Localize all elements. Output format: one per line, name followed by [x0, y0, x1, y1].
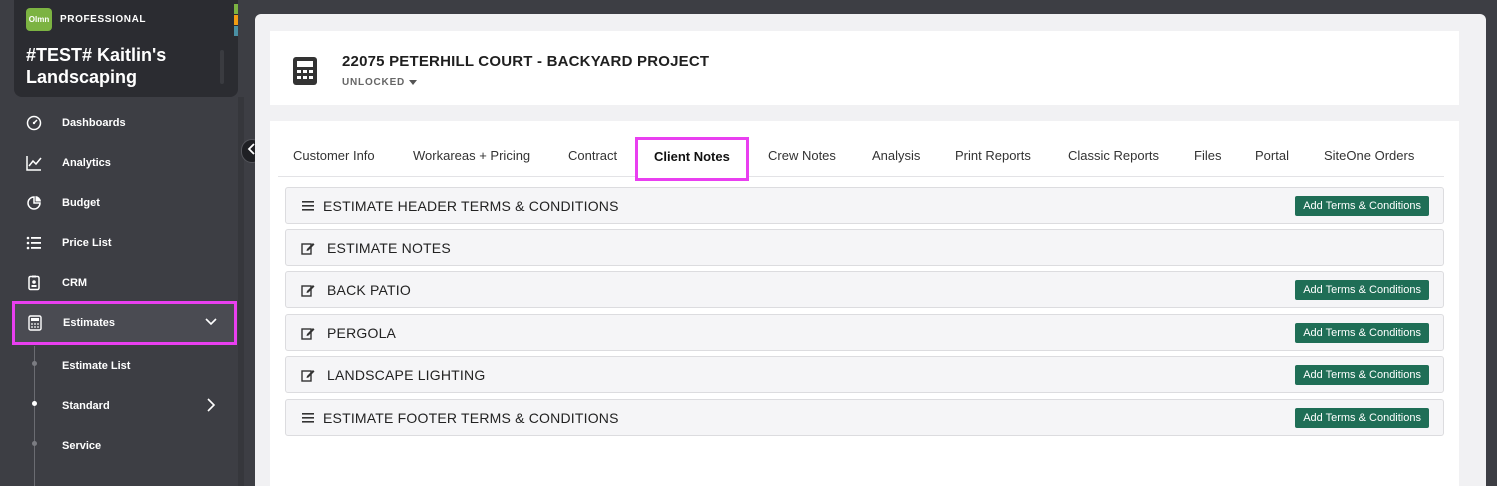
- plan-tier-label: PROFESSIONAL: [60, 14, 147, 25]
- nav-crm[interactable]: CRM: [14, 264, 236, 302]
- subnav-estimate-list[interactable]: Estimate List: [62, 360, 130, 372]
- content-card: Customer Info Workareas + Pricing Contra…: [270, 121, 1459, 486]
- tab-customer-info[interactable]: Customer Info: [293, 148, 375, 163]
- edit-icon[interactable]: [301, 368, 315, 382]
- edit-icon[interactable]: [301, 326, 315, 340]
- brand-scroll-indicator: [220, 50, 224, 84]
- tab-crew-notes[interactable]: Crew Notes: [768, 148, 836, 163]
- calculator-icon: [25, 313, 45, 333]
- nav-label: Analytics: [62, 157, 111, 169]
- tab-client-notes[interactable]: Client Notes: [635, 137, 749, 181]
- window-edge: [1486, 14, 1497, 486]
- edit-icon[interactable]: [301, 283, 315, 297]
- list-icon: [24, 233, 44, 253]
- submenu-dot-active: [32, 401, 37, 406]
- edit-icon[interactable]: [301, 241, 315, 255]
- tab-print-reports[interactable]: Print Reports: [955, 148, 1031, 163]
- section-footer-terms[interactable]: ESTIMATE FOOTER TERMS & CONDITIONS Add T…: [285, 399, 1444, 436]
- subnav-standard[interactable]: Standard: [62, 400, 110, 412]
- tab-workareas-pricing[interactable]: Workareas + Pricing: [413, 148, 530, 163]
- main-panel: 22075 PETERHILL COURT - BACKYARD PROJECT…: [255, 14, 1486, 486]
- lock-status-label: UNLOCKED: [342, 77, 406, 88]
- company-name[interactable]: #TEST# Kaitlin's Landscaping: [26, 44, 216, 88]
- id-badge-icon: [24, 273, 44, 293]
- tab-analysis[interactable]: Analysis: [872, 148, 920, 163]
- submenu-connector-line: [34, 346, 35, 486]
- section-title: ESTIMATE FOOTER TERMS & CONDITIONS: [323, 410, 619, 426]
- section-title: PERGOLA: [327, 325, 397, 341]
- menu-lines-icon[interactable]: [301, 199, 315, 213]
- project-title: 22075 PETERHILL COURT - BACKYARD PROJECT: [342, 53, 710, 70]
- lock-status-dropdown[interactable]: UNLOCKED: [342, 77, 418, 88]
- nav-budget[interactable]: Budget: [14, 184, 236, 222]
- submenu-dot: [32, 441, 37, 446]
- add-terms-button[interactable]: Add Terms & Conditions: [1295, 280, 1429, 300]
- nav-label: Budget: [62, 197, 100, 209]
- nav-estimates[interactable]: Estimates: [12, 301, 237, 345]
- add-terms-button[interactable]: Add Terms & Conditions: [1295, 365, 1429, 385]
- add-terms-button[interactable]: Add Terms & Conditions: [1295, 408, 1429, 428]
- section-back-patio[interactable]: BACK PATIO Add Terms & Conditions: [285, 271, 1444, 308]
- tab-siteone-orders[interactable]: SiteOne Orders: [1324, 148, 1414, 163]
- nav-label: Price List: [62, 237, 112, 249]
- brand-card: Olmn PROFESSIONAL #TEST# Kaitlin's Lands…: [14, 0, 238, 97]
- chevron-down-icon[interactable]: [204, 314, 218, 331]
- menu-lines-icon[interactable]: [301, 411, 315, 425]
- nav-label: Estimates: [63, 317, 115, 329]
- calculator-icon: [292, 56, 318, 86]
- nav-analytics[interactable]: Analytics: [14, 144, 236, 182]
- caret-down-icon: [409, 80, 418, 85]
- brand-color-strip: [234, 4, 238, 36]
- sidebar: Olmn PROFESSIONAL #TEST# Kaitlin's Lands…: [0, 0, 245, 486]
- section-title: BACK PATIO: [327, 282, 411, 298]
- pie-chart-icon: [24, 193, 44, 213]
- tab-classic-reports[interactable]: Classic Reports: [1068, 148, 1159, 163]
- nav-label: Dashboards: [62, 117, 126, 129]
- analytics-icon: [24, 153, 44, 173]
- tab-portal[interactable]: Portal: [1255, 148, 1289, 163]
- nav-price-list[interactable]: Price List: [14, 224, 236, 262]
- tab-contract[interactable]: Contract: [568, 148, 617, 163]
- section-title: LANDSCAPE LIGHTING: [327, 367, 486, 383]
- section-title: ESTIMATE HEADER TERMS & CONDITIONS: [323, 198, 619, 214]
- subnav-service[interactable]: Service: [62, 440, 101, 452]
- tab-files[interactable]: Files: [1194, 148, 1221, 163]
- nav-dashboards[interactable]: Dashboards: [14, 104, 236, 142]
- add-terms-button[interactable]: Add Terms & Conditions: [1295, 323, 1429, 343]
- section-pergola[interactable]: PERGOLA Add Terms & Conditions: [285, 314, 1444, 351]
- company-logo[interactable]: Olmn: [26, 8, 52, 31]
- submenu-dot: [32, 361, 37, 366]
- section-estimate-notes[interactable]: ESTIMATE NOTES: [285, 229, 1444, 266]
- tab-bar: Customer Info Workareas + Pricing Contra…: [278, 137, 1444, 181]
- section-landscape-lighting[interactable]: LANDSCAPE LIGHTING Add Terms & Condition…: [285, 356, 1444, 393]
- section-header-terms[interactable]: ESTIMATE HEADER TERMS & CONDITIONS Add T…: [285, 187, 1444, 224]
- project-header: 22075 PETERHILL COURT - BACKYARD PROJECT…: [270, 31, 1459, 105]
- add-terms-button[interactable]: Add Terms & Conditions: [1295, 196, 1429, 216]
- nav-label: CRM: [62, 277, 88, 289]
- chevron-right-icon[interactable]: [204, 397, 218, 418]
- section-title: ESTIMATE NOTES: [327, 240, 451, 256]
- dashboard-icon: [24, 113, 44, 133]
